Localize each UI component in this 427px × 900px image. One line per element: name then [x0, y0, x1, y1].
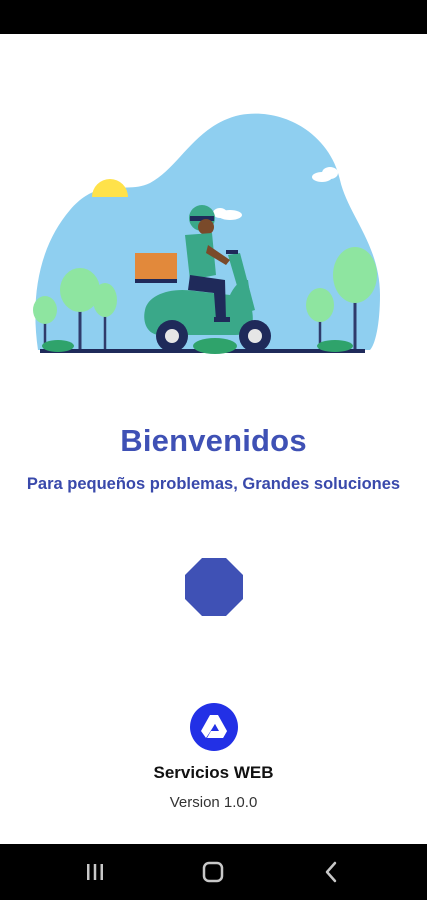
welcome-subtitle: Para pequeños problemas, Grandes solucio…: [26, 475, 401, 493]
app-logo-icon: [190, 703, 238, 751]
loading-indicator: [185, 558, 243, 616]
back-icon[interactable]: [318, 858, 346, 886]
delivery-scooter-illustration: [33, 113, 380, 354]
welcome-title: Bienvenidos: [120, 423, 307, 458]
app-version: Version 1.0.0: [169, 794, 258, 811]
home-icon[interactable]: [199, 858, 227, 886]
company-name: Servicios WEB: [153, 763, 274, 782]
delivery-box: [135, 253, 177, 281]
sun: [92, 179, 128, 197]
navigation-bar: [0, 844, 427, 900]
recent-apps-icon[interactable]: [81, 858, 109, 886]
status-bar: [0, 0, 427, 34]
